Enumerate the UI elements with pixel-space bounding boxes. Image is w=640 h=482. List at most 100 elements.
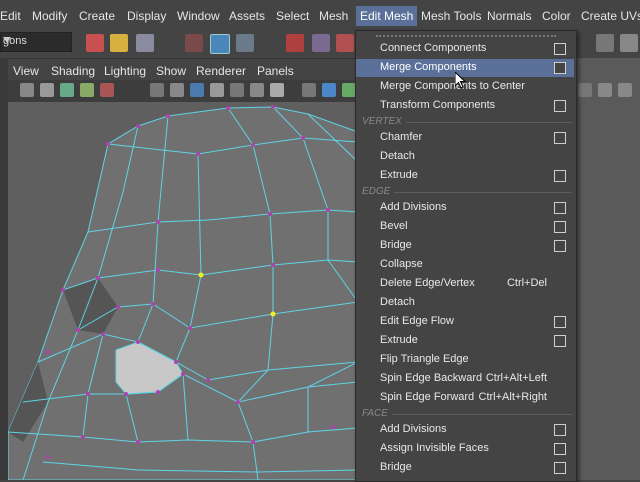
vertex xyxy=(96,276,100,280)
select-by-hierarchy-icon[interactable] xyxy=(185,34,203,52)
vertex xyxy=(136,340,140,344)
shelf-edge xyxy=(0,58,8,480)
option-box-icon[interactable] xyxy=(554,170,566,182)
option-box-icon[interactable] xyxy=(554,221,566,233)
camera-attributes-icon[interactable] xyxy=(40,83,54,97)
save-icon[interactable] xyxy=(136,34,154,52)
panel-menu-shading[interactable]: Shading xyxy=(51,64,95,78)
menu-item-label: Bevel xyxy=(380,220,408,232)
option-box-icon[interactable] xyxy=(554,443,566,455)
menu-item-vertex-detach[interactable]: Detach xyxy=(356,148,574,166)
option-box-icon[interactable] xyxy=(554,62,566,74)
menu-create[interactable]: Create xyxy=(79,9,115,23)
menu-item-chamfer[interactable]: Chamfer xyxy=(356,129,574,147)
menu-item-vertex-extrude[interactable]: Extrude xyxy=(356,167,574,185)
bookmark-icon[interactable] xyxy=(60,83,74,97)
menu-item-collapse[interactable]: Collapse xyxy=(356,256,574,274)
section-header-vertex: VERTEX xyxy=(362,116,572,128)
render-settings-icon[interactable] xyxy=(620,34,638,52)
vertex xyxy=(116,305,120,309)
menu-assets[interactable]: Assets xyxy=(229,9,265,23)
option-box-icon[interactable] xyxy=(554,202,566,214)
menu-item-edge-bridge[interactable]: Bridge xyxy=(356,237,574,255)
mesh-wireframe xyxy=(8,102,358,480)
option-box-icon[interactable] xyxy=(554,240,566,252)
menu-edit[interactable]: Edit xyxy=(0,9,21,23)
viewport-3d[interactable] xyxy=(8,102,358,480)
default-material-icon[interactable] xyxy=(210,83,224,97)
menu-window[interactable]: Window xyxy=(177,9,220,23)
menu-item-face-bridge[interactable]: Bridge xyxy=(356,459,574,477)
menu-item-label: Chamfer xyxy=(380,131,423,143)
cube-wire-icon[interactable] xyxy=(598,83,612,97)
snap-point-icon[interactable] xyxy=(336,34,354,52)
menu-item-edge-add-divisions[interactable]: Add Divisions xyxy=(356,199,574,217)
lights-icon[interactable] xyxy=(270,83,284,97)
panel-menu-panels[interactable]: Panels xyxy=(257,64,294,78)
menu-item-edit-edge-flow[interactable]: Edit Edge Flow xyxy=(356,313,574,331)
snap-curve-icon[interactable] xyxy=(312,34,330,52)
menu-item-transform-components[interactable]: Transform Components xyxy=(356,97,574,115)
menu-display[interactable]: Display xyxy=(127,9,166,23)
shaded-cube-icon[interactable] xyxy=(322,83,336,97)
panel-menu-show[interactable]: Show xyxy=(156,64,186,78)
option-box-icon[interactable] xyxy=(554,43,566,55)
panel-menu-renderer[interactable]: Renderer xyxy=(196,64,246,78)
menu-item-face-add-divisions[interactable]: Add Divisions xyxy=(356,421,574,439)
option-box-icon[interactable] xyxy=(554,462,566,474)
menu-create-uvs[interactable]: Create UVs xyxy=(581,9,640,23)
menu-item-label: Detach xyxy=(380,150,415,162)
mode-selector-combo[interactable]: gons xyxy=(0,32,72,52)
menu-item-label: Merge Components to Center xyxy=(380,80,525,92)
vertex xyxy=(188,326,192,330)
menu-item-connect-components[interactable]: Connect Components xyxy=(356,40,574,58)
menu-edit-mesh[interactable]: Edit Mesh xyxy=(356,6,418,26)
new-scene-icon[interactable] xyxy=(86,34,104,52)
panel-menu-view[interactable]: View xyxy=(13,64,39,78)
image-plane-icon[interactable] xyxy=(80,83,94,97)
option-box-icon[interactable] xyxy=(554,100,566,112)
menu-item-edge-detach[interactable]: Detach xyxy=(356,294,574,312)
option-box-icon[interactable] xyxy=(554,424,566,436)
select-by-component-icon[interactable] xyxy=(210,34,230,54)
smooth-shade-icon[interactable] xyxy=(190,83,204,97)
select-by-object-icon[interactable] xyxy=(236,34,254,52)
menu-tearoff[interactable] xyxy=(376,35,556,37)
textures-icon[interactable] xyxy=(250,83,264,97)
menu-item-assign-invisible-faces[interactable]: Assign Invisible Faces xyxy=(356,440,574,458)
open-folder-icon[interactable] xyxy=(110,34,128,52)
render-icon[interactable] xyxy=(596,34,614,52)
menu-mesh-tools[interactable]: Mesh Tools xyxy=(421,9,481,23)
vertex xyxy=(166,114,170,118)
vertex xyxy=(61,288,65,292)
menu-modify[interactable]: Modify xyxy=(32,9,67,23)
camera-icon[interactable] xyxy=(20,83,34,97)
menu-select[interactable]: Select xyxy=(276,9,309,23)
grease-pencil-icon[interactable] xyxy=(100,83,114,97)
menu-item-delete-edge-vertex[interactable]: Delete Edge/Vertex Ctrl+Del xyxy=(356,275,574,293)
panel-menu-lighting[interactable]: Lighting xyxy=(104,64,146,78)
menu-mesh[interactable]: Mesh xyxy=(319,9,348,23)
menu-normals[interactable]: Normals xyxy=(487,9,532,23)
menu-item-label: Spin Edge Backward xyxy=(380,372,483,384)
xray-icon[interactable] xyxy=(230,83,244,97)
menu-item-spin-edge-forward[interactable]: Spin Edge Forward Ctrl+Alt+Right xyxy=(356,389,574,407)
share-icon[interactable] xyxy=(618,83,632,97)
vertex xyxy=(76,328,80,332)
menu-item-flip-triangle-edge[interactable]: Flip Triangle Edge xyxy=(356,351,574,369)
menu-item-edge-extrude[interactable]: Extrude xyxy=(356,332,574,350)
section-header-label: FACE xyxy=(362,408,392,419)
snap-grid-icon[interactable] xyxy=(286,34,304,52)
option-box-icon[interactable] xyxy=(554,316,566,328)
checker-icon[interactable] xyxy=(342,83,356,97)
menu-color[interactable]: Color xyxy=(542,9,571,23)
grid-icon[interactable] xyxy=(170,83,184,97)
option-box-icon[interactable] xyxy=(554,132,566,144)
wireframe-icon[interactable] xyxy=(150,83,164,97)
menu-item-spin-edge-backward[interactable]: Spin Edge Backward Ctrl+Alt+Left xyxy=(356,370,574,388)
option-box-icon[interactable] xyxy=(554,335,566,347)
isolate-icon[interactable] xyxy=(302,83,316,97)
menu-item-bevel[interactable]: Bevel xyxy=(356,218,574,236)
section-header-face: FACE xyxy=(362,408,572,420)
cube-icon[interactable] xyxy=(578,83,592,97)
